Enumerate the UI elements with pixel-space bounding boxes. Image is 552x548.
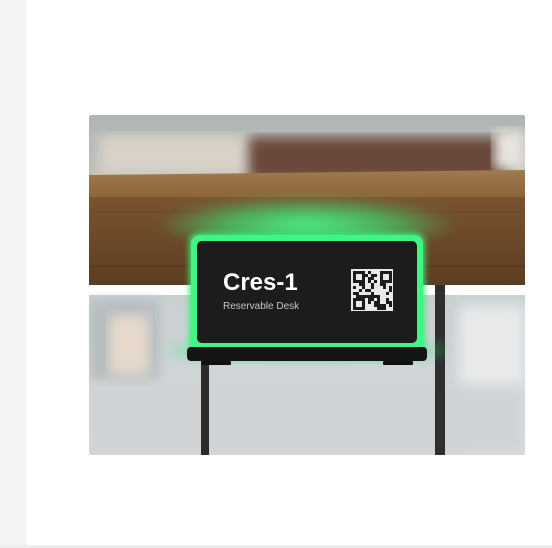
desk-display-illustration: Cres-1 Reservable Desk [89, 115, 525, 455]
display-title: Cres-1 [223, 269, 298, 296]
display-subtitle: Reservable Desk [223, 301, 300, 312]
photo-desk-display: Cres-1 Reservable Desk [89, 115, 525, 455]
qr-code-icon [351, 269, 393, 311]
